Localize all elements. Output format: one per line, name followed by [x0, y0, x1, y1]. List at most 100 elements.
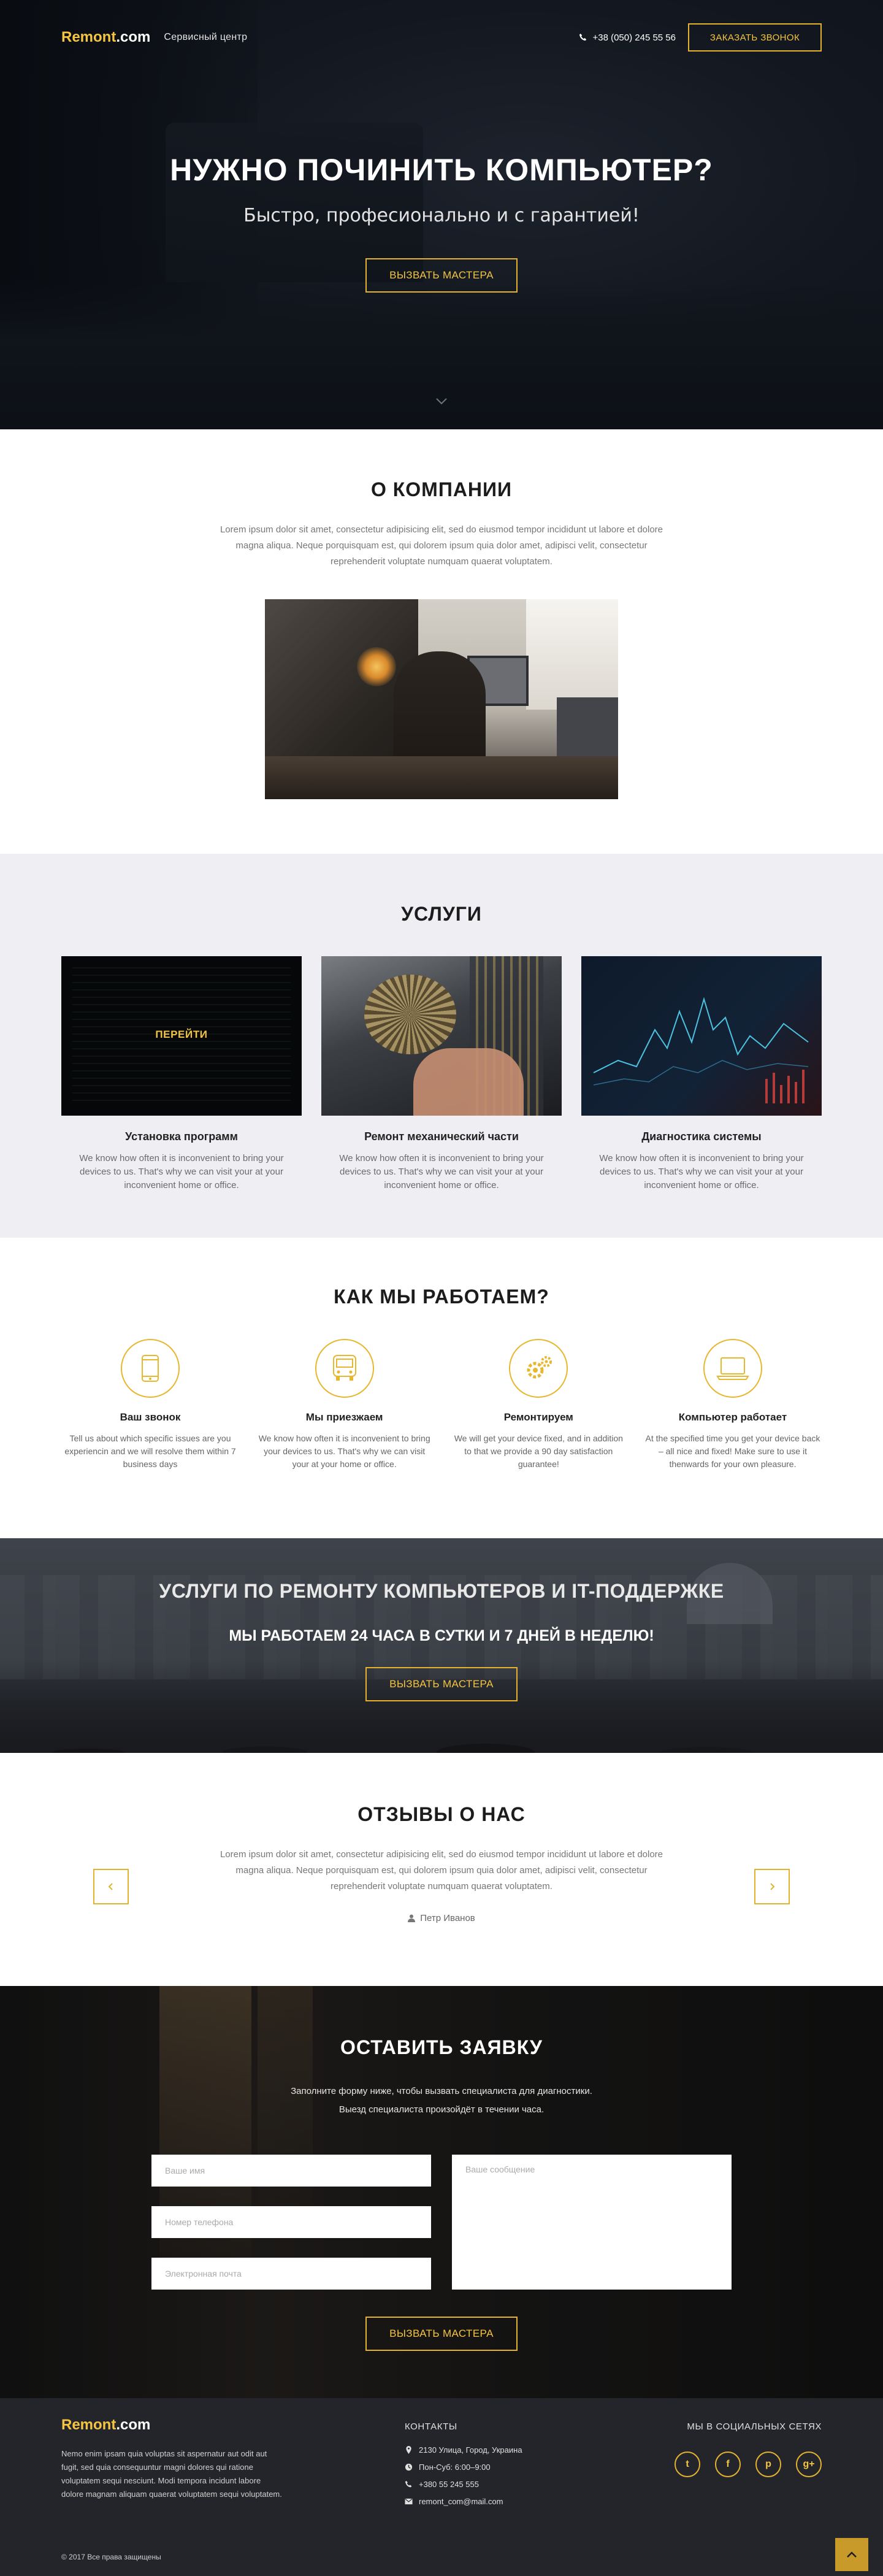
facebook-icon[interactable]: f: [715, 2451, 741, 2477]
footer-about-text: Nemo enim ipsam quia voluptas sit aspern…: [61, 2449, 282, 2499]
photo-wall: [526, 599, 618, 710]
logo-suffix: .com: [116, 2417, 151, 2433]
step-text: At the specified time you get your devic…: [645, 1433, 820, 1469]
service-image-software[interactable]: ПЕРЕЙТИ: [61, 956, 302, 1116]
service-image-hardware[interactable]: [321, 956, 562, 1116]
review-text: Lorem ipsum dolor sit amet, consectetur …: [220, 1849, 663, 1892]
bus-icon: [332, 1355, 356, 1381]
name-field[interactable]: [151, 2155, 431, 2187]
service-title: Диагностика системы: [641, 1130, 762, 1143]
map-marker-icon: [406, 2446, 411, 2454]
banner-call-master-button[interactable]: ВЫЗВАТЬ МАСТЕРА: [365, 1667, 518, 1701]
form-left-column: [151, 2155, 431, 2290]
contact-phone-text: +380 55 245 555: [419, 2480, 479, 2489]
reviews-title: ОТЗЫВЫ О НАС: [357, 1803, 526, 1825]
step-text: Tell us about which specific issues are …: [64, 1433, 236, 1469]
site-logo[interactable]: Remont.com: [61, 29, 150, 46]
order-call-button[interactable]: ЗАКАЗАТЬ ЗВОНОК: [688, 23, 822, 52]
phone-field[interactable]: [151, 2206, 431, 2238]
hero-subtitle: Быстро, професионально и с гарантией!: [243, 205, 640, 226]
banner-content: УСЛУГИ ПО РЕМОНТУ КОМПЬЮТЕРОВ И IT-ПОДДЕ…: [0, 1580, 883, 1701]
contact-email[interactable]: remont_com@mail.com: [405, 2497, 589, 2506]
step-icon-circle: [509, 1339, 568, 1398]
service-card[interactable]: Диагностика системы We know how often it…: [581, 956, 822, 1192]
footer-columns: Remont.com Nemo enim ipsam quia voluptas…: [61, 2417, 822, 2514]
clock-icon: [405, 2463, 413, 2471]
step-icon-circle: [121, 1339, 180, 1398]
step-item: Компьютер работает At the specified time…: [644, 1339, 822, 1471]
review-slider: Lorem ipsum dolor sit amet, consectetur …: [74, 1847, 809, 1923]
how-we-work-section: КАК МЫ РАБОТАЕМ? Ваш звонок Tell us abou…: [0, 1238, 883, 1538]
footer-logo[interactable]: Remont.com: [61, 2417, 150, 2433]
about-photo: [265, 599, 618, 799]
step-title: Ваш звонок: [120, 1411, 181, 1423]
user-icon: [408, 1914, 416, 1922]
phone-icon: [579, 33, 587, 41]
smartphone-icon: [142, 1355, 159, 1382]
contact-phone[interactable]: +380 55 245 555: [405, 2480, 589, 2489]
form-submit-wrap: ВЫЗВАТЬ МАСТЕРА: [0, 2317, 883, 2351]
back-to-top-button[interactable]: [835, 2538, 868, 2571]
header-phone[interactable]: +38 (050) 245 55 56: [579, 33, 676, 43]
photo-desk: [265, 756, 618, 799]
google-plus-icon[interactable]: g+: [796, 2451, 822, 2477]
services-grid: ПЕРЕЙТИ Установка программ We know how o…: [61, 956, 822, 1192]
email-field[interactable]: [151, 2258, 431, 2290]
steps-grid: Ваш звонок Tell us about which specific …: [61, 1339, 822, 1471]
footer: Remont.com Nemo enim ipsam quia voluptas…: [0, 2398, 883, 2576]
reviews-section: ОТЗЫВЫ О НАС Lorem ipsum dolor sit amet,…: [0, 1753, 883, 1986]
logo-suffix: .com: [116, 29, 151, 45]
message-field[interactable]: [452, 2155, 732, 2290]
contact-address: 2130 Улица, Город, Украина: [405, 2445, 589, 2455]
footer-social: МЫ В СОЦИАЛЬНЫХ СЕТЯХ t f p g+: [662, 2417, 822, 2514]
service-text: We know how often it is inconvenient to …: [599, 1153, 804, 1190]
service-goto-link[interactable]: ПЕРЕЙТИ: [61, 1029, 302, 1041]
step-icon-circle: [315, 1339, 374, 1398]
diagnostics-graph: [593, 997, 809, 1103]
service-card[interactable]: ПЕРЕЙТИ Установка программ We know how o…: [61, 956, 302, 1192]
service-image-diagnostics[interactable]: [581, 956, 822, 1116]
service-text: We know how often it is inconvenient to …: [339, 1153, 544, 1190]
step-item: Ваш звонок Tell us about which specific …: [61, 1339, 239, 1471]
technician-hand: [413, 1048, 524, 1116]
submit-call-master-button[interactable]: ВЫЗВАТЬ МАСТЕРА: [365, 2317, 518, 2351]
step-icon-circle: [703, 1339, 762, 1398]
phone-icon: [405, 2480, 412, 2488]
step-text: We know how often it is inconvenient to …: [258, 1433, 430, 1469]
service-card[interactable]: Ремонт механический части We know how of…: [321, 956, 562, 1192]
envelope-icon: [405, 2498, 413, 2505]
laptop-icon: [716, 1357, 749, 1380]
pinterest-icon[interactable]: p: [755, 2451, 781, 2477]
gears-icon: [527, 1356, 552, 1379]
cpu-fan: [364, 975, 456, 1054]
review-next-button[interactable]: [754, 1869, 790, 1904]
social-links: t f p g+: [662, 2451, 822, 2477]
site-tagline: Сервисный центр: [164, 32, 248, 42]
form-right-column: [452, 2155, 732, 2290]
about-text: Lorem ipsum dolor sit amet, consectetur …: [220, 524, 663, 567]
header-phone-number: +38 (050) 245 55 56: [592, 32, 676, 43]
service-title: Установка программ: [125, 1130, 238, 1143]
contact-address-text: 2130 Улица, Город, Украина: [419, 2445, 522, 2455]
chevron-right-icon: [770, 1883, 775, 1890]
step-item: Мы приезжаем We know how often it is inc…: [256, 1339, 434, 1471]
chevron-down-icon[interactable]: [434, 394, 449, 408]
photo-lamp: [357, 647, 396, 686]
hero-section: Remont.com Сервисный центр +38 (050) 245…: [0, 0, 883, 429]
review-prev-button[interactable]: [93, 1869, 129, 1904]
about-title: О КОМПАНИИ: [370, 478, 513, 500]
order-lead: Заполните форму ниже, чтобы вызвать спец…: [0, 2082, 883, 2119]
step-item: Ремонтируем We will get your device fixe…: [449, 1339, 627, 1471]
order-lead-line-2: Выезд специалиста произойдёт в течении ч…: [338, 2104, 545, 2115]
contact-hours-text: Пон-Суб: 6:00–9:00: [419, 2463, 491, 2472]
social-title: МЫ В СОЦИАЛЬНЫХ СЕТЯХ: [687, 2421, 822, 2432]
footer-about: Remont.com Nemo enim ipsam quia voluptas…: [61, 2417, 282, 2514]
order-title: ОСТАВИТЬ ЗАЯВКУ: [340, 2036, 543, 2058]
logo-main: Remont: [61, 2417, 117, 2433]
order-lead-line-1: Заполните форму ниже, чтобы вызвать спец…: [291, 2086, 592, 2096]
order-content: ОСТАВИТЬ ЗАЯВКУ Заполните форму ниже, чт…: [0, 2036, 883, 2351]
services-section: УСЛУГИ ПЕРЕЙТИ Установка программ We kno…: [0, 854, 883, 1238]
twitter-icon[interactable]: t: [675, 2451, 700, 2477]
hero-call-master-button[interactable]: ВЫЗВАТЬ МАСТЕРА: [365, 258, 518, 293]
services-title: УСЛУГИ: [401, 903, 482, 925]
